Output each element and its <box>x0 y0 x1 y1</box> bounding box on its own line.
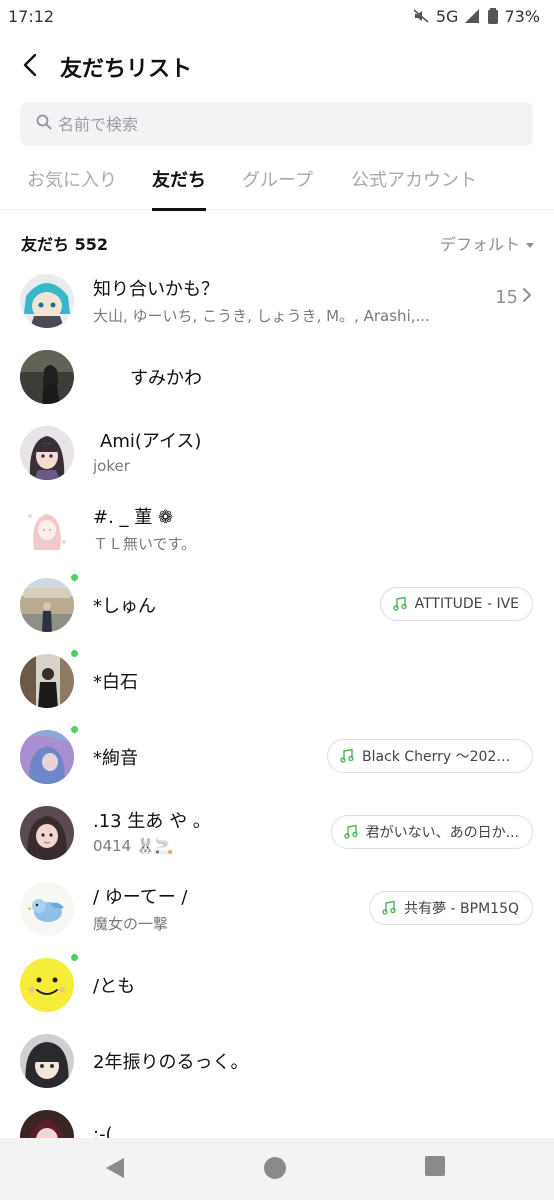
avatar <box>20 1034 74 1088</box>
friend-row[interactable]: 2年振りのるっく。 <box>0 1024 554 1100</box>
tab-groups[interactable]: グループ <box>242 166 313 210</box>
suggested-friends-row[interactable]: 知り合いかも？ 大山, ゆーいち, こうき, しょうき, M。, Arashi,… <box>0 264 554 340</box>
back-button[interactable] <box>0 44 60 90</box>
online-indicator <box>71 650 78 657</box>
back-chevron-icon <box>22 53 38 81</box>
friend-name: *絢音 <box>93 748 138 769</box>
music-status[interactable]: 君がいない、あの日か... <box>330 815 533 849</box>
tab-official-accounts[interactable]: 公式アカウント <box>351 166 477 210</box>
friend-name: 2年振りのるっく。 <box>93 1052 249 1073</box>
friend-row[interactable]: *絢音 Black Cherry 〜2025 ve... <box>0 720 554 796</box>
friend-status: joker <box>93 457 130 475</box>
list-header: 友だち 552 デフォルト <box>0 226 554 260</box>
music-note-icon <box>340 749 354 763</box>
friend-name: /とも <box>93 976 136 997</box>
nav-recents-button[interactable] <box>425 1156 451 1182</box>
nav-home-icon <box>263 1157 287 1184</box>
tab-bar: お気に入り 友だち グループ 公式アカウント <box>0 160 554 211</box>
music-title: Black Cherry 〜2025 ve... <box>362 749 519 765</box>
caret-down-icon <box>526 234 534 253</box>
avatar <box>20 350 74 404</box>
mute-icon <box>412 7 430 25</box>
network-label: 5G <box>435 6 459 26</box>
music-status[interactable]: Black Cherry 〜2025 ve... <box>327 739 533 773</box>
music-status[interactable]: 共有夢 - BPM15Q <box>369 891 533 925</box>
music-title: 君がいない、あの日か... <box>365 825 519 841</box>
status-bar: 17:12 5G 73% <box>0 0 554 32</box>
status-time: 17:12 <box>8 6 55 26</box>
nav-home-button[interactable] <box>263 1156 289 1182</box>
friend-row[interactable]: /とも <box>0 948 554 1024</box>
music-title: 共有夢 - BPM15Q <box>404 901 519 917</box>
chevron-right-icon <box>522 287 532 308</box>
friend-name: *白石 <box>93 672 138 693</box>
suggest-avatar <box>20 274 74 328</box>
friend-name: Ami(アイス) <box>100 431 202 452</box>
music-status[interactable]: ATTITUDE - IVE <box>379 587 533 621</box>
friend-status: 魔女の一撃 <box>93 915 169 933</box>
music-note-icon <box>343 825 358 839</box>
friend-name: .13 生あ や 。 <box>93 811 211 832</box>
nav-recents-icon <box>425 1156 445 1180</box>
suggest-count-value: 15 <box>495 287 518 308</box>
music-note-icon <box>382 901 396 915</box>
online-indicator <box>71 954 78 961</box>
suggest-count: 15 <box>495 287 532 308</box>
friend-status: ＴＬ無いです。 <box>93 535 197 553</box>
tab-favorites[interactable]: お気に入り <box>27 166 117 210</box>
avatar <box>20 578 74 632</box>
friend-name: *しゅん <box>93 596 156 617</box>
suggest-names: 大山, ゆーいち, こうき, しょうき, M。, Arashi,... <box>93 307 430 325</box>
friend-status: 0414 🐰🚬 <box>93 837 174 855</box>
friend-row[interactable]: / ゆーてー / 魔女の一撃 共有夢 - BPM15Q <box>0 872 554 948</box>
sort-label: デフォルト <box>439 235 520 254</box>
friend-row[interactable]: *白石 <box>0 644 554 720</box>
nav-back-button[interactable] <box>104 1156 130 1182</box>
suggest-title: 知り合いかも？ <box>93 279 219 300</box>
tab-friends[interactable]: 友だち <box>152 166 206 211</box>
header: 友だちリスト <box>0 44 554 90</box>
friend-name: / ゆーてー / <box>93 887 188 908</box>
avatar <box>20 654 74 708</box>
friend-row[interactable]: *しゅん ATTITUDE - IVE <box>0 568 554 644</box>
search-icon <box>36 114 52 134</box>
sort-dropdown[interactable]: デフォルト <box>440 231 534 255</box>
avatar <box>20 730 74 784</box>
friend-row[interactable]: .13 生あ や 。 0414 🐰🚬 君がいない、あの日か... <box>0 796 554 872</box>
friend-row[interactable]: すみかわ <box>0 340 554 416</box>
search-input[interactable] <box>58 114 498 134</box>
page-title: 友だちリスト <box>60 57 193 82</box>
system-nav-bar <box>0 1138 554 1200</box>
avatar <box>20 806 74 860</box>
battery-percent: 73% <box>504 6 540 26</box>
avatar <box>20 882 74 936</box>
friend-row[interactable]: #. _ 菫 ❁ ＴＬ無いです。 <box>0 492 554 568</box>
friend-row[interactable]: Ami(アイス) joker <box>0 416 554 492</box>
avatar <box>20 958 74 1012</box>
avatar <box>20 502 74 556</box>
music-title: ATTITUDE - IVE <box>414 596 519 612</box>
friends-count: 友だち 552 <box>21 235 108 254</box>
search-bar[interactable] <box>20 102 533 146</box>
signal-icon <box>464 8 482 24</box>
friend-name: #. _ 菫 ❁ <box>93 507 174 528</box>
status-icons: 5G 73% <box>412 7 540 26</box>
music-note-icon <box>392 597 407 611</box>
friend-name: すみかわ <box>130 368 202 389</box>
online-indicator <box>71 726 78 733</box>
avatar <box>20 426 74 480</box>
nav-back-icon <box>104 1158 126 1184</box>
online-indicator <box>71 574 78 581</box>
battery-icon <box>488 8 499 24</box>
